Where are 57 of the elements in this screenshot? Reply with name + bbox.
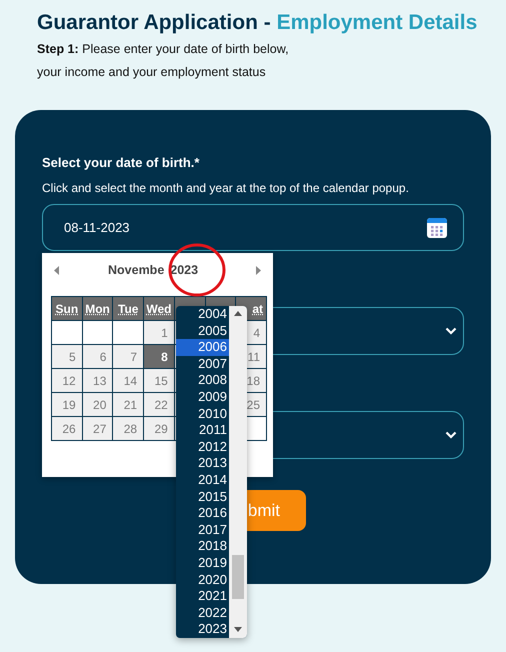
calendar-day[interactable]: 21 [112,392,144,416]
weekday-header: Mon [82,296,113,320]
calendar-day[interactable]: 1 [144,320,174,344]
year-option[interactable]: 2018 [176,538,229,555]
year-option[interactable]: 2014 [176,472,229,489]
calendar-icon[interactable] [427,218,447,238]
calendar-day[interactable]: 6 [82,344,113,368]
year-label[interactable]: 2023 [170,260,198,280]
calendar-day[interactable]: 14 [112,368,144,392]
annotation-circle [168,243,226,297]
calendar-day[interactable]: 19 [52,392,82,416]
year-option[interactable]: 2019 [176,554,229,572]
weekday-header: Wed [144,296,174,320]
weekday-header: Sun [52,296,82,320]
calendar-day[interactable]: 12 [52,368,82,392]
year-option[interactable]: 2022 [176,604,229,622]
year-option[interactable]: 2009 [176,388,229,406]
scroll-up-icon[interactable] [234,311,242,316]
year-option[interactable]: 2011 [176,422,229,439]
year-option[interactable]: 2010 [176,406,229,422]
year-option[interactable]: 2004 [176,306,229,323]
calendar-day[interactable]: 28 [112,416,144,440]
year-option[interactable]: 2007 [176,356,229,372]
weekday-header: Tue [112,296,144,320]
chevron-down-icon [445,327,457,335]
calendar-day[interactable]: 22 [144,392,174,416]
year-option[interactable]: 2006 [176,339,229,356]
help-text: Click and select the month and year at the top of the calendar popup. [42,180,410,197]
calendar-day[interactable]: 13 [82,368,113,392]
intro-text: Step 1: Please enter your date of birth below, [37,41,290,58]
scrollbar-thumb[interactable] [232,555,244,599]
calendar-day[interactable]: 27 [82,416,113,440]
year-option[interactable]: 2012 [176,438,229,456]
chevron-down-icon [445,431,457,439]
calendar-day[interactable]: 26 [52,416,82,440]
calendar-day[interactable]: 29 [144,416,174,440]
year-option[interactable]: 2020 [176,572,229,588]
next-arrow-icon[interactable] [255,266,261,274]
previous-arrow-icon[interactable] [54,266,60,274]
year-option[interactable]: 2005 [176,322,229,340]
page-title: Guarantor Application - Employment Details [37,10,478,36]
scroll-down-icon[interactable] [234,627,242,632]
calendar-day[interactable]: 20 [82,392,113,416]
year-option[interactable]: 2023 [176,621,229,638]
intro-text: your income and your employment status [37,64,267,81]
month-label[interactable]: Novembe [108,260,164,280]
calendar-day[interactable]: 7 [112,344,144,368]
field-label: Select your date of birth.* [42,154,200,172]
scrollbar[interactable] [229,306,247,638]
year-option[interactable]: 2021 [176,588,229,605]
year-option[interactable]: 2013 [176,455,229,472]
date-field[interactable]: 08-11-2023 [42,204,464,251]
calendar-day[interactable]: 15 [144,368,174,392]
calendar-day[interactable]: 5 [52,344,82,368]
date-value: 08-11-2023 [64,218,130,237]
calendar-day[interactable]: 8 [144,344,174,368]
year-option[interactable]: 2008 [176,372,229,389]
